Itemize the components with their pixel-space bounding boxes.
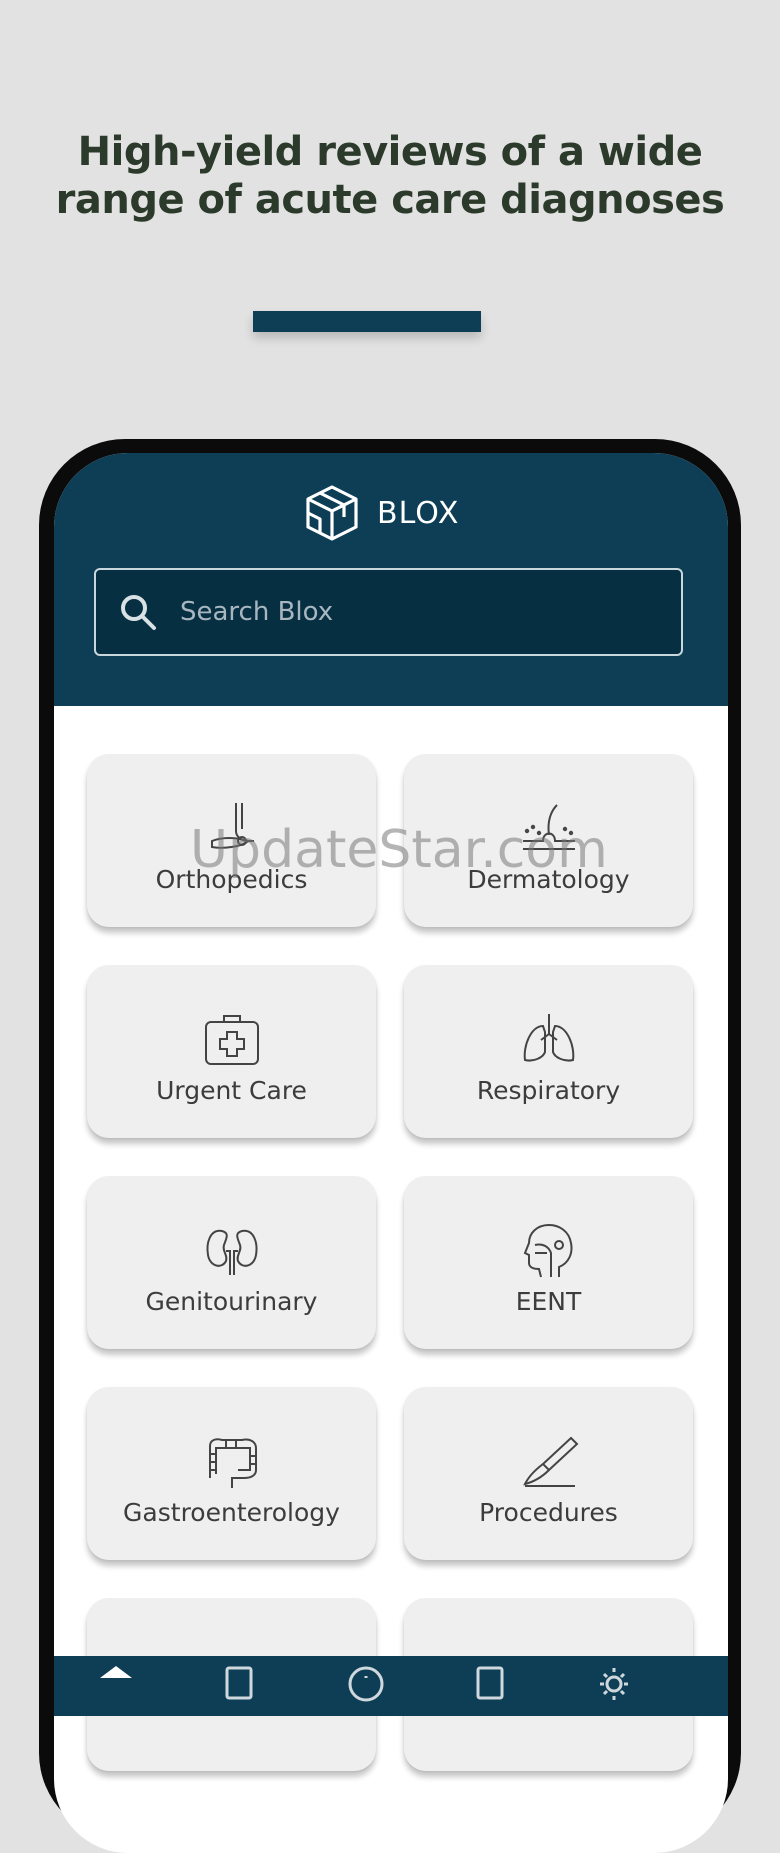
nav-info[interactable] <box>346 1662 386 1702</box>
category-label: Gastroenterology <box>123 1498 340 1527</box>
bottom-nav <box>54 1656 728 1716</box>
nav-saved[interactable] <box>470 1662 510 1702</box>
category-tile-urgent-care[interactable]: Urgent Care <box>87 965 376 1138</box>
category-tile-orthopedics[interactable]: Orthopedics <box>87 754 376 927</box>
orthopedics-icon <box>210 803 254 849</box>
head-profile-icon <box>523 1223 572 1278</box>
promo-headline: High-yield reviews of a wide range of ac… <box>55 129 725 223</box>
first-aid-kit-icon <box>204 1015 259 1065</box>
search-input[interactable]: Search Blox <box>94 568 683 656</box>
bookmark-outline-icon <box>476 1666 504 1700</box>
nav-home[interactable] <box>96 1662 136 1702</box>
category-label: Dermatology <box>467 865 630 894</box>
blox-logo-icon <box>306 485 358 541</box>
accent-bar <box>253 311 481 332</box>
gear-icon <box>600 1668 628 1700</box>
category-label: Procedures <box>479 1498 618 1527</box>
lungs-icon <box>523 1014 574 1062</box>
category-tile-procedures[interactable]: Procedures <box>404 1387 693 1560</box>
intestines-icon <box>208 1438 257 1488</box>
category-grid: Orthopedics Dermatology Urgent Care Resp… <box>54 706 728 1771</box>
category-label: EENT <box>515 1287 582 1316</box>
brand: BLOX <box>304 481 459 545</box>
category-label: Respiratory <box>476 1076 621 1105</box>
category-tile-dermatology[interactable]: Dermatology <box>404 754 693 927</box>
category-label: Genitourinary <box>145 1287 318 1316</box>
category-tile-respiratory[interactable]: Respiratory <box>404 965 693 1138</box>
search-placeholder: Search Blox <box>180 597 334 627</box>
dermatology-icon <box>522 804 575 850</box>
nav-settings[interactable] <box>594 1662 634 1702</box>
category-tile-gastroenterology[interactable]: Gastroenterology <box>87 1387 376 1560</box>
info-icon <box>348 1666 384 1702</box>
home-icon <box>100 1666 132 1678</box>
bookmark-icon <box>225 1666 253 1700</box>
scalpel-icon <box>522 1436 578 1487</box>
category-label: Orthopedics <box>155 865 308 894</box>
category-tile-genitourinary[interactable]: Genitourinary <box>87 1176 376 1349</box>
brand-name: BLOX <box>377 495 460 531</box>
kidneys-icon <box>206 1229 257 1275</box>
category-label: Urgent Care <box>156 1076 307 1105</box>
search-icon <box>121 595 156 630</box>
app-header: BLOX Search Blox <box>54 453 728 706</box>
nav-bookmarks[interactable] <box>219 1662 259 1702</box>
app-screen: BLOX Search Blox Orthopedics Dermatology… <box>54 453 728 1853</box>
category-tile-eent[interactable]: EENT <box>404 1176 693 1349</box>
